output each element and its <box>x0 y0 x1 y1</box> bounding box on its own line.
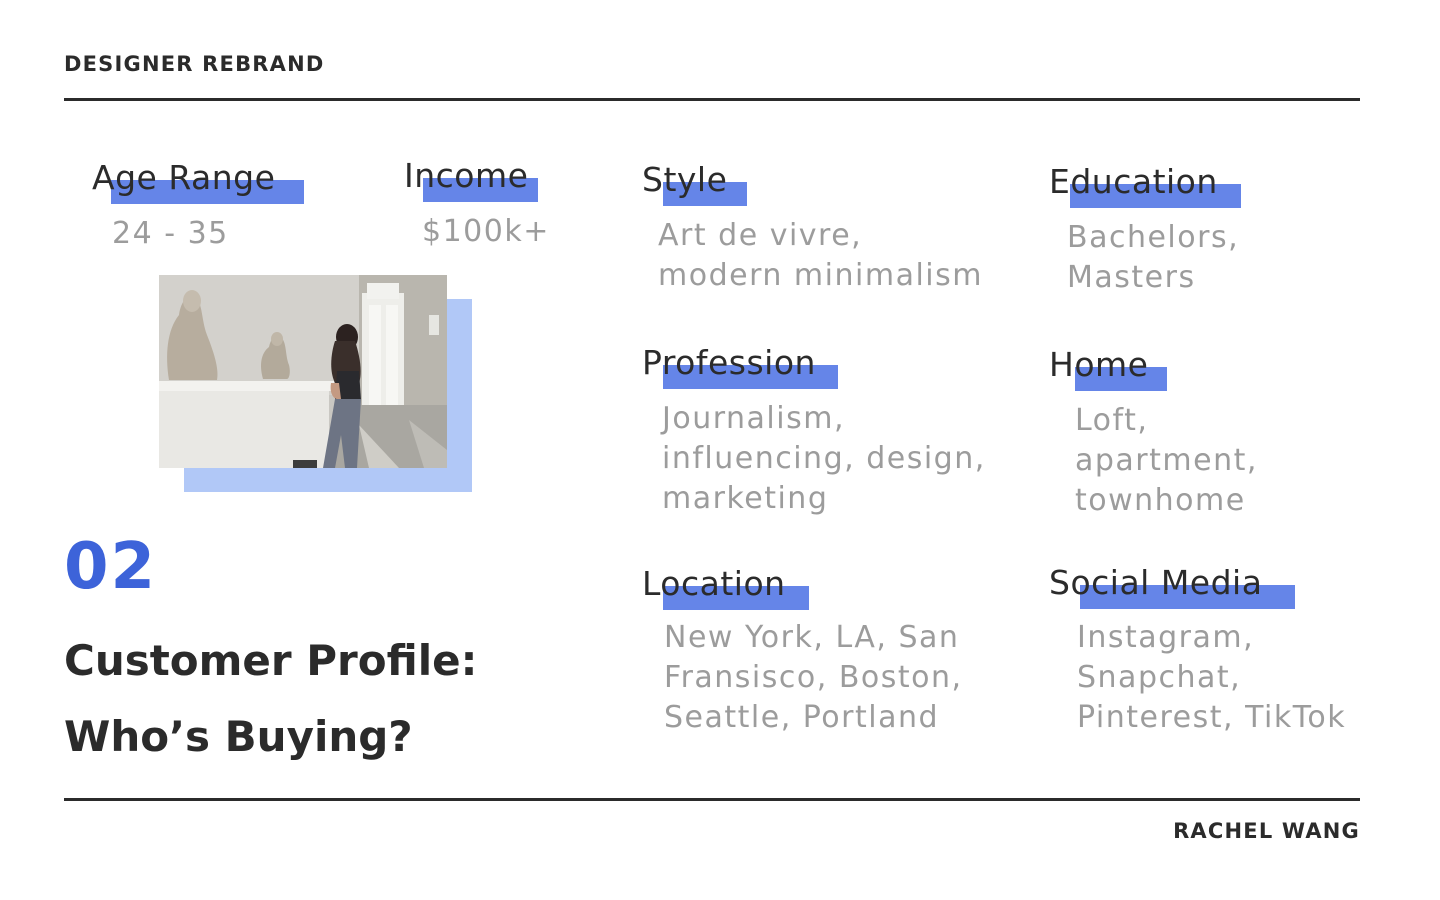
field-profession: Profession Journalism, influencing, desi… <box>642 343 984 516</box>
top-divider <box>64 98 1360 101</box>
author-name: RACHEL WANG <box>1173 819 1360 843</box>
field-location: Location New York, LA, San Fransisco, Bo… <box>642 564 961 735</box>
slide-title-line-1: Customer Profile: <box>64 636 478 685</box>
field-value: Bachelors, Masters <box>1067 220 1240 295</box>
field-education: Education Bachelors, Masters <box>1049 162 1241 295</box>
field-value: New York, LA, San Fransisco, Boston, Sea… <box>664 620 963 735</box>
field-value: $100k+ <box>422 214 550 249</box>
field-value: Journalism, influencing, design, marketi… <box>662 401 986 516</box>
field-value: 24 - 35 <box>112 216 229 251</box>
museum-photo <box>159 275 447 468</box>
bottom-divider <box>64 798 1360 801</box>
deck-title: DESIGNER REBRAND <box>64 52 325 76</box>
field-label: Home <box>1049 345 1149 384</box>
field-style: Style Art de vivre, modern minimalism <box>642 160 981 293</box>
field-label: Social Media <box>1049 563 1263 602</box>
field-value: Art de vivre, modern minimalism <box>658 218 983 293</box>
field-value: Loft, apartment, townhome <box>1075 403 1258 518</box>
field-label: Education <box>1049 162 1218 201</box>
field-label: Style <box>642 160 728 199</box>
field-label: Age Range <box>92 158 276 197</box>
field-home: Home Loft, apartment, townhome <box>1049 345 1256 518</box>
field-value: Instagram, Snapchat, Pinterest, TikTok <box>1077 620 1347 735</box>
slide-number: 02 <box>64 530 158 604</box>
field-age-range: Age Range 24 - 35 <box>92 158 304 251</box>
field-label: Profession <box>642 343 816 382</box>
field-income: Income $100k+ <box>404 156 548 249</box>
slide-title-line-2: Who’s Buying? <box>64 712 413 761</box>
field-social-media: Social Media Instagram, Snapchat, Pinter… <box>1049 563 1345 735</box>
field-label: Income <box>404 156 529 195</box>
field-label: Location <box>642 564 786 603</box>
museum-photo-illustration <box>159 275 447 468</box>
